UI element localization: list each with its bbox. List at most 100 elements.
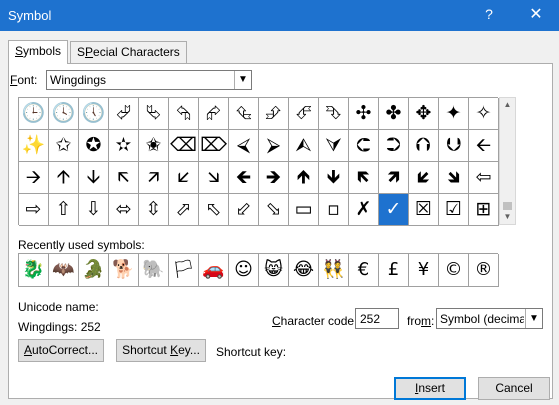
font-dropdown[interactable]: Wingdings ▼	[46, 70, 252, 90]
symbol-cell[interactable]: 🡯	[169, 162, 199, 194]
symbol-cell[interactable]: 🡮	[199, 162, 229, 194]
symbol-cell[interactable]: ✩	[49, 130, 79, 162]
symbol-grid-scrollbar[interactable]: ▲ ▼	[499, 97, 516, 225]
symbol-cell[interactable]: ✫	[109, 130, 139, 162]
recent-symbol-cell[interactable]: 🐕	[109, 254, 139, 287]
scroll-thumb[interactable]	[503, 202, 512, 210]
symbol-cell[interactable]: 🡪	[19, 162, 49, 194]
symbol-cell[interactable]: ⬃	[229, 194, 259, 226]
symbol-cell[interactable]: ▭	[289, 194, 319, 226]
symbol-cell[interactable]: ⊞	[469, 194, 499, 226]
symbol-cell[interactable]: ✣	[349, 98, 379, 130]
symbol-cell[interactable]: 🕒	[19, 98, 49, 130]
symbol-cell[interactable]: ⮳	[199, 98, 229, 130]
symbol-cell[interactable]: ⮘	[229, 130, 259, 162]
symbol-cell[interactable]: 🡺	[259, 162, 289, 194]
symbol-cell[interactable]: ✨	[19, 130, 49, 162]
symbol-cell[interactable]: ⇦	[469, 162, 499, 194]
symbol-cell[interactable]: ⮱	[139, 98, 169, 130]
help-icon[interactable]: ?	[480, 6, 498, 22]
symbol-cell[interactable]: ⮷	[319, 98, 349, 130]
from-label: from:	[407, 314, 435, 328]
symbol-cell[interactable]: 🡽	[379, 162, 409, 194]
symbol-cell[interactable]: 🕔	[79, 98, 109, 130]
recent-symbol-cell[interactable]: 🦇	[49, 254, 79, 287]
recent-symbol-cell[interactable]: 😂	[289, 254, 319, 287]
symbol-cell[interactable]: ⇩	[79, 194, 109, 226]
symbol-cell[interactable]: ⮙	[289, 130, 319, 162]
symbol-cell[interactable]: ☑	[439, 194, 469, 226]
recent-symbol-cell[interactable]: 🐉	[19, 254, 49, 287]
symbol-cell[interactable]: ✥	[409, 98, 439, 130]
symbol-cell[interactable]: 🡿	[409, 162, 439, 194]
symbol-cell[interactable]: 🡩	[49, 162, 79, 194]
recent-symbol-cell[interactable]: 😸	[259, 254, 289, 287]
close-icon[interactable]: ✕	[524, 4, 548, 24]
symbol-cell[interactable]: ⇨	[19, 194, 49, 226]
symbol-cell[interactable]: 🡾	[439, 162, 469, 194]
symbol-cell[interactable]: ☒	[409, 194, 439, 226]
character-code-input[interactable]: 252	[355, 308, 399, 329]
scroll-up-icon[interactable]: ▲	[500, 98, 515, 112]
recent-symbol-cell[interactable]: 🚗	[199, 254, 229, 287]
recent-symbol-cell[interactable]: £	[379, 254, 409, 287]
scroll-down-icon[interactable]: ▼	[500, 210, 515, 224]
symbol-cell[interactable]: 🡬	[109, 162, 139, 194]
symbol-cell[interactable]: ⌦	[199, 130, 229, 162]
symbol-cell[interactable]: ⮉	[409, 130, 439, 162]
symbol-cell[interactable]: 🡭	[139, 162, 169, 194]
recent-symbol-cell[interactable]: ☺	[229, 254, 259, 287]
from-dropdown[interactable]: Symbol (decimal) ▼	[436, 308, 543, 329]
recent-symbol-cell[interactable]: 👯	[319, 254, 349, 287]
cancel-button[interactable]: Cancel	[478, 377, 550, 400]
symbol-cell[interactable]: ⮵	[259, 98, 289, 130]
symbol-cell[interactable]: 🡼	[349, 162, 379, 194]
recent-symbol-cell[interactable]: ®	[469, 254, 499, 287]
shortcut-key-label: Shortcut key:	[216, 345, 287, 359]
symbol-cell[interactable]: ⮈	[349, 130, 379, 162]
symbol-cell[interactable]: ⮶	[289, 98, 319, 130]
symbol-cell[interactable]: ⮴	[229, 98, 259, 130]
symbol-cell[interactable]: ⬄	[109, 194, 139, 226]
symbol-cell[interactable]: ⬂	[259, 194, 289, 226]
symbol-cell[interactable]: ⮊	[379, 130, 409, 162]
chevron-down-icon[interactable]: ▼	[234, 71, 251, 89]
symbol-cell[interactable]: ⬀	[169, 194, 199, 226]
insert-button[interactable]: Insert	[394, 377, 466, 400]
symbol-cell[interactable]: 🡨	[469, 130, 499, 162]
tab-special-characters[interactable]: SPecial Characters	[70, 41, 187, 63]
symbol-cell[interactable]: ⮚	[259, 130, 289, 162]
symbol-cell[interactable]: ⮋	[439, 130, 469, 162]
symbol-cell[interactable]: ⇧	[49, 194, 79, 226]
symbol-cell[interactable]: ✦	[439, 98, 469, 130]
symbol-cell[interactable]: ⇳	[139, 194, 169, 226]
chevron-down-icon[interactable]: ▼	[525, 309, 542, 328]
symbol-cell[interactable]: 🡫	[79, 162, 109, 194]
symbol-cell[interactable]: ⌫	[169, 130, 199, 162]
recent-symbol-cell[interactable]: 🏳	[169, 254, 199, 287]
shortcut-key-button[interactable]: Shortcut Key...	[116, 339, 206, 362]
symbol-cell[interactable]: ✤	[379, 98, 409, 130]
symbol-cell[interactable]: 🡸	[229, 162, 259, 194]
symbol-cell[interactable]: ✗	[349, 194, 379, 226]
recent-symbol-cell[interactable]: €	[349, 254, 379, 287]
title-bar: Symbol ? ✕	[0, 0, 559, 31]
symbol-cell[interactable]: 🡻	[319, 162, 349, 194]
symbol-cell[interactable]: ⮰	[109, 98, 139, 130]
autocorrect-button[interactable]: AutoCorrect...	[18, 339, 104, 362]
recent-symbol-cell[interactable]: ©	[439, 254, 469, 287]
symbol-cell[interactable]: 🕓	[49, 98, 79, 130]
recent-symbol-cell[interactable]: 🐊	[79, 254, 109, 287]
symbol-cell-selected[interactable]: ✓	[379, 194, 409, 226]
symbol-cell[interactable]: 🡹	[289, 162, 319, 194]
tab-symbols[interactable]: Symbols	[8, 40, 69, 64]
symbol-cell[interactable]: ▫	[319, 194, 349, 226]
recent-symbol-cell[interactable]: 🐘	[139, 254, 169, 287]
symbol-cell[interactable]: ⮛	[319, 130, 349, 162]
symbol-cell[interactable]: ✧	[469, 98, 499, 130]
symbol-cell[interactable]: ✪	[79, 130, 109, 162]
recent-symbol-cell[interactable]: ¥	[409, 254, 439, 287]
symbol-cell[interactable]: ✬	[139, 130, 169, 162]
symbol-cell[interactable]: ⬁	[199, 194, 229, 226]
symbol-cell[interactable]: ⮲	[169, 98, 199, 130]
